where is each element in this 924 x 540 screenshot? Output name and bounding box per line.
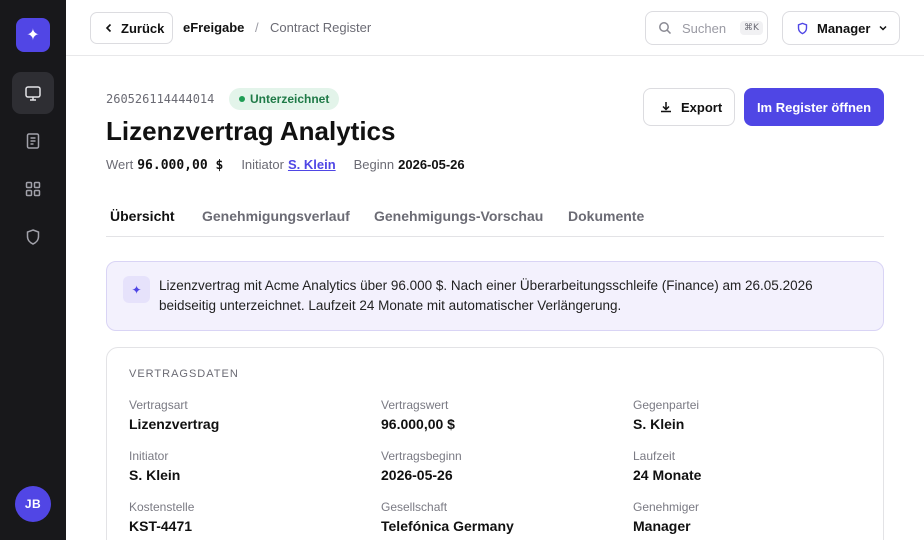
sidebar-item-documents[interactable] xyxy=(12,120,54,162)
field-value: 24 Monate xyxy=(633,467,702,483)
field-value: KST-4471 xyxy=(129,518,193,534)
ai-summary-panel: ✦ Lizenzvertrag mit Acme Analytics über … xyxy=(106,261,884,331)
back-button[interactable]: Zurück xyxy=(90,12,173,44)
meta-initiator-label: Initiator xyxy=(241,157,284,172)
field-label: Genehmiger xyxy=(633,500,700,514)
contract-data-card: VERTRAGSDATEN Vertragsart Lizenzvertrag … xyxy=(106,347,884,540)
role-selector[interactable]: Manager xyxy=(782,11,900,45)
shield-icon xyxy=(26,229,40,245)
meta-initiator-link[interactable]: S. Klein xyxy=(288,157,336,172)
field-counterparty: Gegenpartei S. Klein xyxy=(633,398,863,432)
document-id: 260526114444014 xyxy=(106,92,215,106)
card-title: VERTRAGSDATEN xyxy=(129,368,239,380)
shield-icon xyxy=(797,22,808,34)
field-value: Manager xyxy=(633,518,691,534)
tab-approval-history[interactable]: Genehmigungsverlauf xyxy=(202,208,350,224)
app-logo[interactable]: ✦ xyxy=(16,18,50,52)
field-label: Vertragsart xyxy=(129,398,188,412)
field-cost-center: Kostenstelle KST-4471 xyxy=(129,500,359,534)
search-icon xyxy=(659,22,672,35)
grid-icon xyxy=(25,181,41,197)
field-label: Vertragsbeginn xyxy=(381,449,462,463)
status-badge: Unterzeichnet xyxy=(229,88,340,110)
page-title: Lizenzvertrag Analytics xyxy=(106,116,396,146)
sidebar-item-security[interactable] xyxy=(12,216,54,258)
meta-value: 96.000,00 $ xyxy=(137,158,224,173)
meta-value-label: Wert xyxy=(106,157,134,172)
search-box[interactable]: ⌘K xyxy=(645,11,768,45)
field-label: Kostenstelle xyxy=(129,500,195,514)
search-shortcut: ⌘K xyxy=(740,21,763,35)
field-value: 96.000,00 $ xyxy=(381,416,455,432)
export-label: Export xyxy=(681,99,723,115)
field-contract-type: Vertragsart Lizenzvertrag xyxy=(129,398,359,432)
field-label: Gegenpartei xyxy=(633,398,700,412)
sidebar-item-apps[interactable] xyxy=(12,168,54,210)
field-value: 2026-05-26 xyxy=(381,467,453,483)
sparkle-icon: ✦ xyxy=(26,27,40,44)
summary-text: Lizenzvertrag mit Acme Analytics über 96… xyxy=(159,278,813,313)
chevron-left-icon xyxy=(105,23,112,33)
meta-start-label: Beginn xyxy=(353,157,395,172)
tab-approval-preview[interactable]: Genehmigungs-Vorschau xyxy=(374,208,543,224)
top-bar: Zurück eFreigabe / Contract Register ⌘K … xyxy=(66,0,924,56)
open-in-register-button[interactable]: Im Register öffnen xyxy=(744,88,884,126)
breadcrumb-separator: / xyxy=(255,20,259,35)
document-meta: Wert 96.000,00 $ Initiator S. Klein Begi… xyxy=(106,157,465,173)
role-label: Manager xyxy=(817,20,871,36)
field-company: Gesellschaft Telefónica Germany xyxy=(381,500,611,534)
meta-start: 2026-05-26 xyxy=(398,157,465,172)
user-avatar[interactable]: JB xyxy=(15,486,51,522)
field-term: Laufzeit 24 Monate xyxy=(633,449,863,483)
sidebar-item-dashboard[interactable] xyxy=(12,72,54,114)
sparkle-icon: ✦ xyxy=(123,276,150,303)
field-label: Vertragswert xyxy=(381,398,449,412)
field-value: Lizenzvertrag xyxy=(129,416,220,432)
document-icon xyxy=(26,133,40,149)
search-input[interactable] xyxy=(682,20,736,36)
field-initiator: Initiator S. Klein xyxy=(129,449,359,483)
back-label: Zurück xyxy=(121,20,165,36)
export-button[interactable]: Export xyxy=(643,88,735,126)
field-label: Initiator xyxy=(129,449,169,463)
breadcrumb-current: Contract Register xyxy=(270,20,372,35)
monitor-icon xyxy=(25,86,41,101)
sidebar: ✦ JB xyxy=(0,0,66,540)
tab-overview[interactable]: Übersicht xyxy=(110,208,175,224)
field-value: Telefónica Germany xyxy=(381,518,514,534)
tab-documents[interactable]: Dokumente xyxy=(568,208,644,224)
field-label: Gesellschaft xyxy=(381,500,448,514)
field-contract-value: Vertragswert 96.000,00 $ xyxy=(381,398,611,432)
breadcrumb-app[interactable]: eFreigabe xyxy=(183,20,244,35)
download-icon xyxy=(661,102,671,113)
field-contract-start: Vertragsbeginn 2026-05-26 xyxy=(381,449,611,483)
field-label: Laufzeit xyxy=(633,449,676,463)
field-value: S. Klein xyxy=(129,467,181,483)
chevron-down-icon xyxy=(879,25,887,31)
field-value: S. Klein xyxy=(633,416,685,432)
field-approver: Genehmiger Manager xyxy=(633,500,863,534)
tab-bar: Übersicht Genehmigungsverlauf Genehmigun… xyxy=(106,200,884,237)
